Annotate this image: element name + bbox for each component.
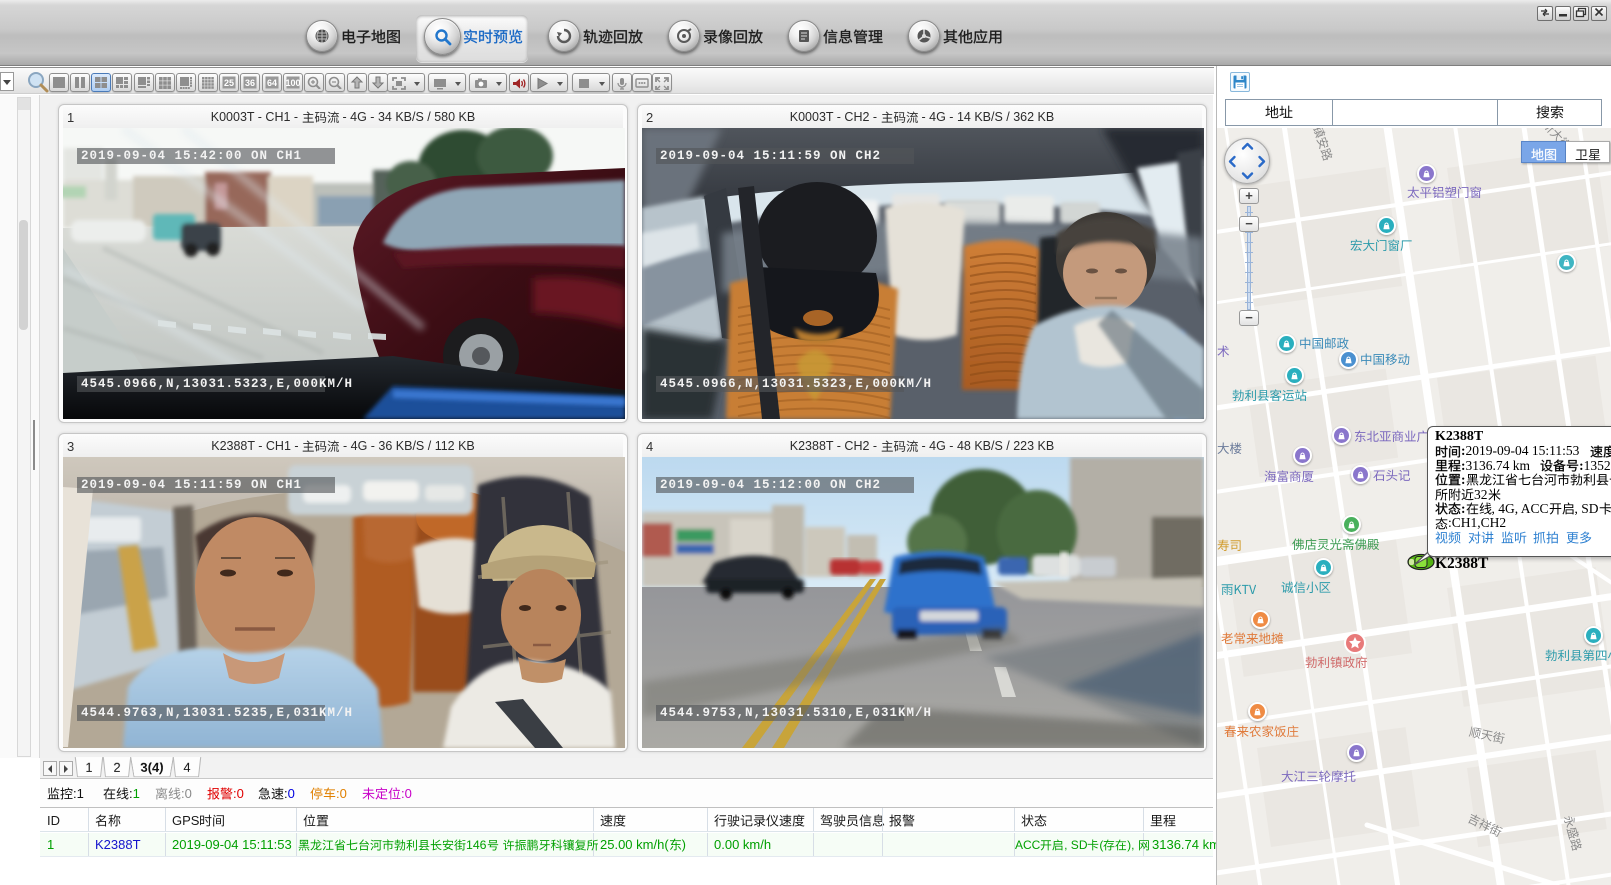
svg-text:100: 100 [286, 78, 300, 88]
svg-text:25: 25 [224, 78, 234, 88]
svg-text:64: 64 [267, 78, 277, 88]
svg-text:36: 36 [245, 78, 255, 88]
